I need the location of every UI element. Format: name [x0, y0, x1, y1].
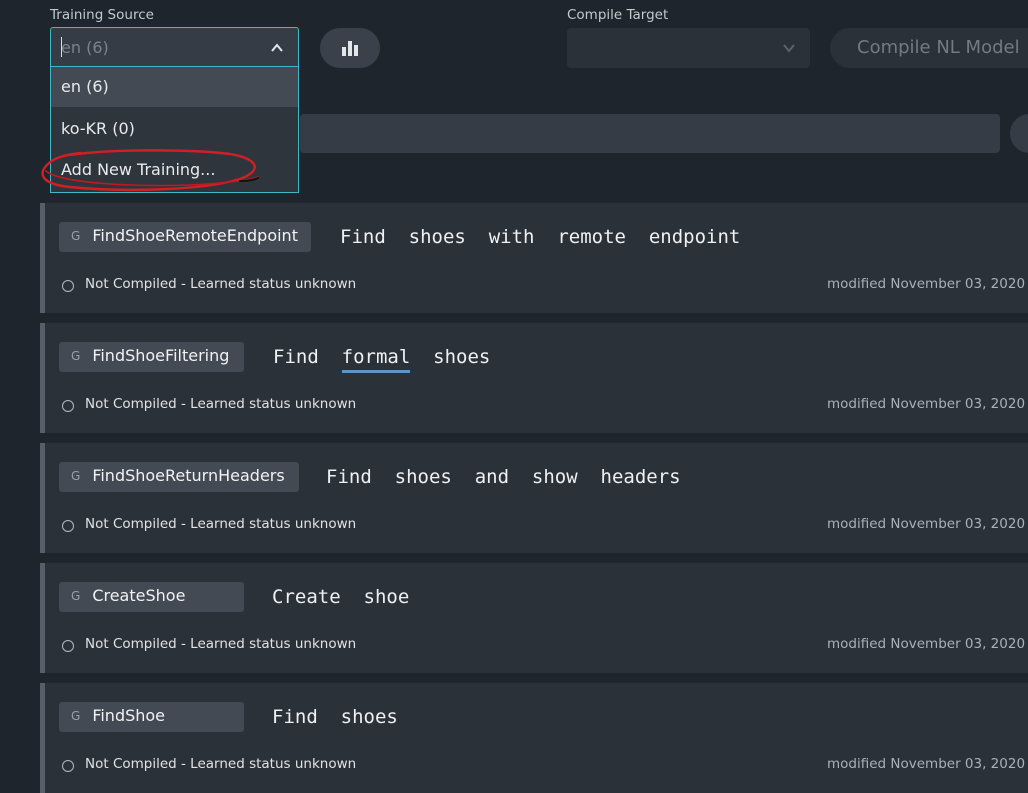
- status-circle-icon: [62, 400, 74, 412]
- modified-date: modified November 03, 2020: [827, 276, 1026, 292]
- training-card[interactable]: G CreateShoe Create shoe Not Compiled - L…: [40, 563, 1028, 673]
- status-circle-icon: [62, 520, 74, 532]
- goal-tag[interactable]: G CreateShoe: [59, 582, 244, 612]
- modified-date: modified November 03, 2020: [827, 516, 1026, 532]
- goal-name: FindShoeRemoteEndpoint: [92, 226, 298, 245]
- compile-status: Not Compiled - Learned status unknown: [85, 276, 357, 292]
- goal-tag[interactable]: G FindShoeReturnHeaders: [59, 462, 299, 492]
- training-source-select[interactable]: en (6): [50, 27, 299, 67]
- utterance-text: Create shoe: [272, 586, 410, 608]
- search-button[interactable]: [1010, 114, 1028, 153]
- status-circle-icon: [62, 760, 74, 772]
- modified-date: modified November 03, 2020: [827, 636, 1026, 652]
- compile-target-select[interactable]: [567, 28, 810, 68]
- utterance-highlighted-word[interactable]: formal: [341, 346, 411, 373]
- goal-type-letter: G: [71, 229, 81, 243]
- modified-date: modified November 03, 2020: [827, 756, 1026, 772]
- dropdown-option-ko-kr[interactable]: ko-KR (0): [51, 109, 298, 149]
- goal-tag[interactable]: G FindShoe: [59, 702, 244, 732]
- goal-tag[interactable]: G FindShoeFiltering: [59, 342, 244, 372]
- training-card[interactable]: G FindShoeReturnHeaders Find shoes and sh…: [40, 443, 1028, 553]
- search-input[interactable]: [300, 114, 1000, 153]
- utterance-text: Find formal shoes: [273, 346, 491, 373]
- goal-tag[interactable]: G FindShoeRemoteEndpoint: [59, 222, 311, 252]
- utterance-pre: Find: [273, 346, 342, 368]
- goal-name: FindShoe: [92, 706, 166, 725]
- compile-status: Not Compiled - Learned status unknown: [85, 636, 357, 652]
- bar-chart-icon: [342, 41, 358, 56]
- training-card[interactable]: G FindShoeRemoteEndpoint Find shoes with …: [40, 203, 1028, 313]
- status-circle-icon: [62, 280, 74, 292]
- goal-type-letter: G: [71, 589, 81, 603]
- goal-type-letter: G: [71, 349, 81, 363]
- goal-type-letter: G: [71, 709, 81, 723]
- chevron-up-icon[interactable]: [270, 41, 284, 55]
- training-card[interactable]: G FindShoeFiltering Find formal shoes Not…: [40, 323, 1028, 433]
- modified-date: modified November 03, 2020: [827, 396, 1026, 412]
- training-source-dropdown: en (6) ko-KR (0) Add New Training...: [50, 67, 299, 193]
- utterance-text: Find shoes and show headers: [326, 466, 681, 488]
- goal-name: FindShoeReturnHeaders: [92, 466, 285, 485]
- utterance-text: Find shoes: [272, 706, 398, 728]
- compile-status: Not Compiled - Learned status unknown: [85, 396, 357, 412]
- compile-status: Not Compiled - Learned status unknown: [85, 516, 357, 532]
- chevron-down-icon: [783, 44, 795, 53]
- goal-type-letter: G: [71, 469, 81, 483]
- training-source-input[interactable]: en (6): [61, 38, 109, 57]
- text-cursor: [61, 37, 62, 57]
- dropdown-option-add-new-training[interactable]: Add New Training...: [51, 150, 298, 190]
- compile-nl-model-button[interactable]: Compile NL Model: [830, 28, 1028, 68]
- utterance-post: shoes: [410, 346, 491, 368]
- goal-name: CreateShoe: [92, 586, 186, 605]
- training-card[interactable]: G FindShoe Find shoes Not Compiled - Lear…: [40, 683, 1028, 793]
- stats-button[interactable]: [320, 28, 380, 68]
- dropdown-option-en[interactable]: en (6): [51, 67, 298, 107]
- training-source-label: Training Source: [50, 7, 154, 23]
- utterance-text: Find shoes with remote endpoint: [340, 226, 741, 248]
- compile-target-label: Compile Target: [567, 7, 669, 23]
- compile-status: Not Compiled - Learned status unknown: [85, 756, 357, 772]
- goal-name: FindShoeFiltering: [92, 346, 230, 365]
- status-circle-icon: [62, 640, 74, 652]
